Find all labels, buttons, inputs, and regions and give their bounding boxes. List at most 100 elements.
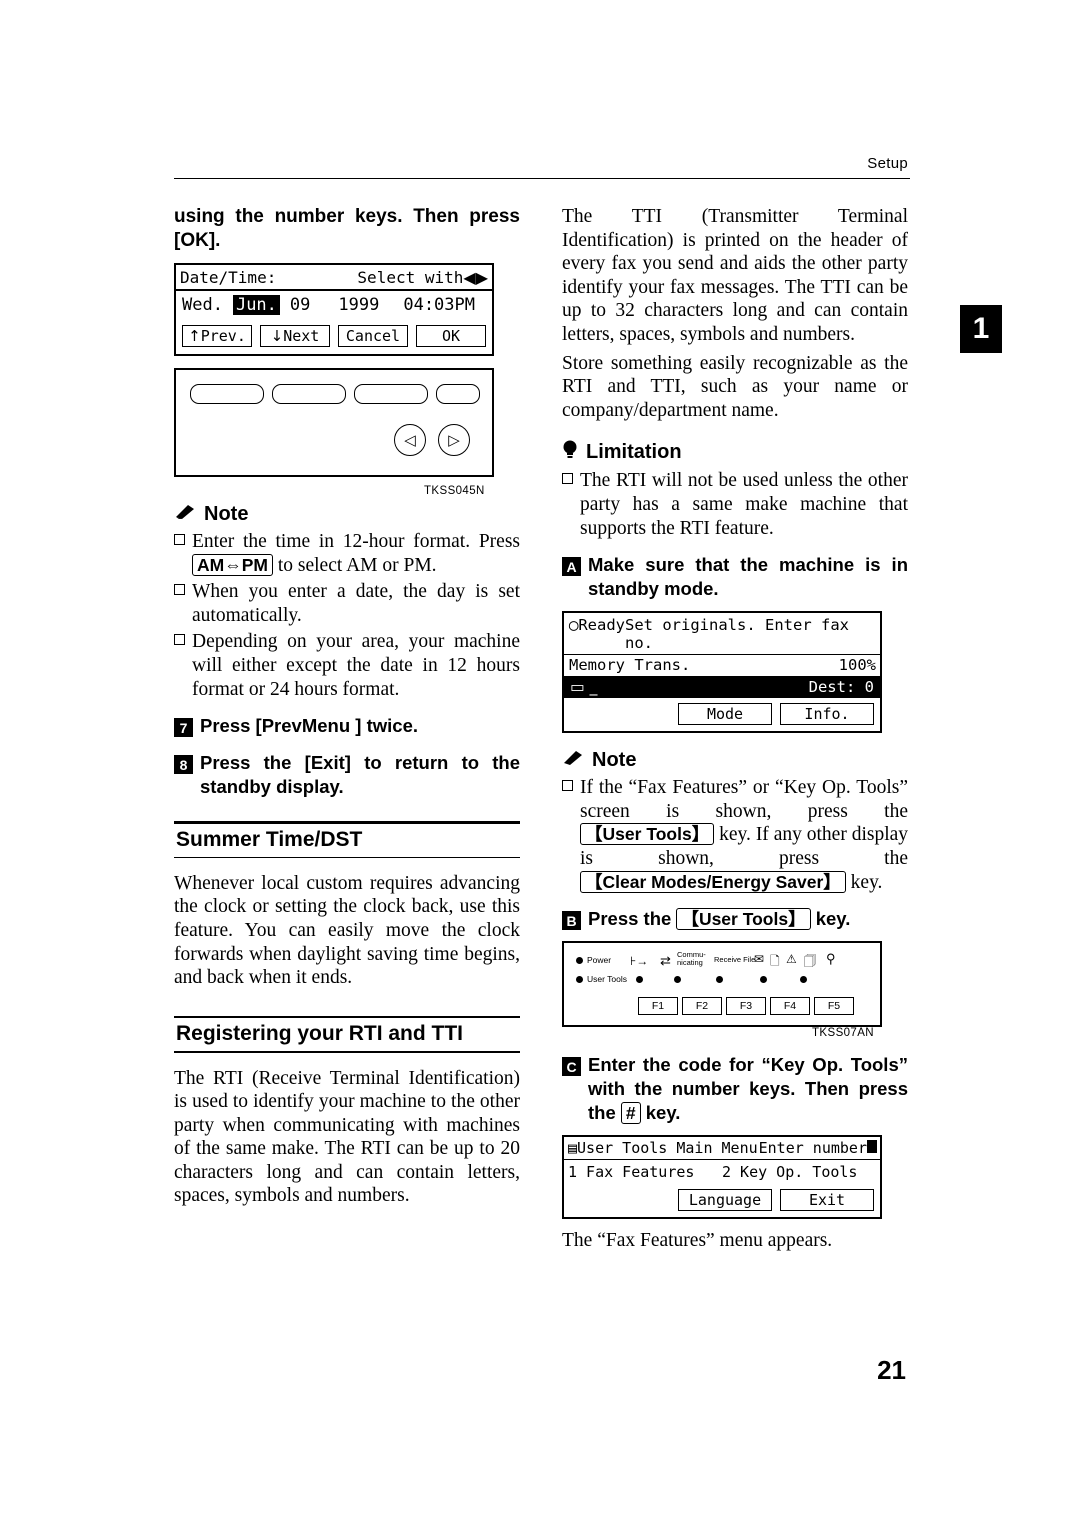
note-item: If the “Fax Features” or “Key Op. Tools”… xyxy=(562,776,908,894)
step-number: B xyxy=(562,911,581,931)
communicating-icon: ⇄ xyxy=(660,953,671,969)
hash-key: # xyxy=(620,1102,641,1125)
fax-icon: ▭ _ xyxy=(570,678,598,697)
note-label: Note xyxy=(592,749,637,772)
right-arrow-key-icon: ▷ xyxy=(438,424,470,456)
lcd-select-with: Select with◀▶ xyxy=(357,268,488,287)
f5-key[interactable]: F5 xyxy=(814,997,854,1016)
tti-paragraph: The TTI (Transmitter Terminal Identifica… xyxy=(562,206,908,345)
lcd-ok-button[interactable]: OK xyxy=(416,325,486,347)
figure-key-panel: Power User Tools ⊦→ ⇄ Commu-nicating Rec… xyxy=(562,941,908,1039)
lcd-menu-title-row: ▤User Tools Main Menu Enter number xyxy=(564,1137,880,1159)
closing-text: The “Fax Features” menu appears. xyxy=(562,1230,833,1252)
left-column: using the number keys. Then press [OK]. … xyxy=(174,205,520,1208)
step-number: A xyxy=(562,557,581,577)
limitation-item-text: The RTI will not be used unless the othe… xyxy=(580,470,908,539)
exit-key: [Exit] xyxy=(304,752,351,774)
power-label: Power xyxy=(587,955,612,966)
lcd-dest: Dest: 0 xyxy=(808,678,874,697)
lcd-date-time: Date/Time: Select with◀▶ Wed. Jun. 09 19… xyxy=(174,263,494,356)
section-heading: Summer Time/DST xyxy=(176,827,363,851)
limitation-bulb-icon xyxy=(562,440,578,465)
lcd-menu-enter-number: Enter number xyxy=(759,1139,877,1157)
step-text: Press the 【User Tools】 key. xyxy=(588,908,851,931)
lcd-date: 09 xyxy=(289,295,311,315)
note-item: When you enter a date, the day is set au… xyxy=(174,580,520,627)
note-pencil-icon xyxy=(562,749,584,772)
lcd-prev-button[interactable]: ↑Prev. xyxy=(182,325,252,347)
f2-key[interactable]: F2 xyxy=(682,997,722,1016)
note-heading: Note xyxy=(174,503,520,526)
step-text: Make sure that the machine is in standby… xyxy=(588,554,908,600)
f4-key[interactable]: F4 xyxy=(770,997,810,1016)
section-rule-bottom xyxy=(174,1051,520,1053)
note-item-text: Enter the time in 12-hour format. Press … xyxy=(192,531,520,576)
f3-key[interactable]: F3 xyxy=(726,997,766,1016)
left-right-arrow-icon: ◀▶ xyxy=(463,268,488,287)
lcd-language-button[interactable]: Language xyxy=(678,1189,772,1212)
user-tools-key: 【User Tools】 xyxy=(676,908,811,931)
indicator-dot xyxy=(800,976,807,984)
lcd-next-button[interactable]: ↓Next xyxy=(260,325,330,347)
lcd-year: 1999 xyxy=(338,295,380,315)
step-a: A Make sure that the machine is in stand… xyxy=(562,553,908,601)
figure-code: TKSS07AN xyxy=(812,1027,875,1040)
step-number: 7 xyxy=(174,718,193,738)
bullet-icon xyxy=(174,630,192,701)
header-rule xyxy=(174,178,910,179)
continued-bold-lead-text: using the number keys. Then press [OK]. xyxy=(174,206,520,251)
summer-time-body: Whenever local custom requires advancing… xyxy=(174,872,520,989)
key-icon: ⚲ xyxy=(826,951,836,967)
lcd-menu-title: ▤User Tools Main Menu xyxy=(568,1139,758,1158)
section-heading: Registering your RTI and TTI xyxy=(176,1022,464,1046)
figure-date-time: Date/Time: Select with◀▶ Wed. Jun. 09 19… xyxy=(174,263,520,497)
panel-key-2 xyxy=(272,384,346,404)
note-pencil-icon xyxy=(174,503,196,526)
lcd-menu-item-1[interactable]: 1 Fax Features xyxy=(568,1163,722,1181)
figure-ready-screen: ◯Ready Set originals. Enter fax no. Memo… xyxy=(562,611,908,734)
lcd-time: 04:03PM xyxy=(403,295,475,315)
power-led-icon xyxy=(576,957,583,965)
envelope-icon: ✉ xyxy=(754,952,765,967)
alarm-icon: ⚠ xyxy=(786,952,797,967)
lcd-info-button[interactable]: Info. xyxy=(780,703,874,726)
user-tools-label: User Tools xyxy=(587,974,627,985)
step-text: Enter the code for “Key Op. Tools” with … xyxy=(588,1054,908,1125)
right-column: The TTI (Transmitter Terminal Identifica… xyxy=(562,205,908,1272)
indicator-dot xyxy=(760,976,767,984)
lcd-ready-row-status: ◯Ready Set originals. Enter fax no. xyxy=(564,613,880,654)
indicator-dot xyxy=(636,976,643,984)
panel-key-1 xyxy=(190,384,264,404)
panel-key-3 xyxy=(354,384,428,404)
lcd-title: Date/Time: xyxy=(180,268,277,287)
limitation-heading: Limitation xyxy=(562,440,908,465)
bullet-icon xyxy=(562,469,580,540)
lcd-memory-trans: Memory Trans. xyxy=(569,656,691,675)
note-item: Enter the time in 12-hour format. Press … xyxy=(174,530,520,577)
step-text: Press [PrevMenu ] twice. xyxy=(200,715,419,737)
lcd-title-row: Date/Time: Select with◀▶ xyxy=(176,265,492,289)
communicating-label: Commu-nicating xyxy=(677,950,706,968)
note-heading: Note xyxy=(562,749,908,772)
lcd-ready-row-dest: ▭ _ Dest: 0 xyxy=(564,676,880,699)
lcd-exit-button[interactable]: Exit xyxy=(780,1189,874,1212)
bullet-icon xyxy=(562,776,580,894)
section-summer-time: Summer Time/DST xyxy=(174,821,520,858)
note-label: Note xyxy=(204,503,249,525)
lcd-menu-item-2[interactable]: 2 Key Op. Tools xyxy=(722,1163,876,1181)
clear-modes-energy-saver-key: 【Clear Modes/Energy Saver】 xyxy=(580,870,846,893)
f1-key[interactable]: F1 xyxy=(638,997,678,1016)
figure-code: TKSS045N xyxy=(424,485,485,497)
bullet-icon xyxy=(174,530,192,577)
lcd-cancel-button[interactable]: Cancel xyxy=(338,325,408,347)
document-icon: 🗋 xyxy=(770,954,780,969)
continued-bold-lead: using the number keys. Then press [OK]. xyxy=(174,205,520,253)
panel-key-4 xyxy=(436,384,480,404)
receive-file-label: Receive File xyxy=(714,955,756,965)
lcd-mode-button[interactable]: Mode xyxy=(678,703,772,726)
transmit-arrow-icon: ⊦→ xyxy=(630,954,649,969)
lcd-menu-buttons: Language Exit xyxy=(564,1185,880,1217)
lcd-ready-prompt: Set originals. Enter fax no. xyxy=(625,616,849,653)
user-tools-key: 【User Tools】 xyxy=(580,823,715,846)
lcd-ready-status: ◯Ready xyxy=(569,616,626,635)
